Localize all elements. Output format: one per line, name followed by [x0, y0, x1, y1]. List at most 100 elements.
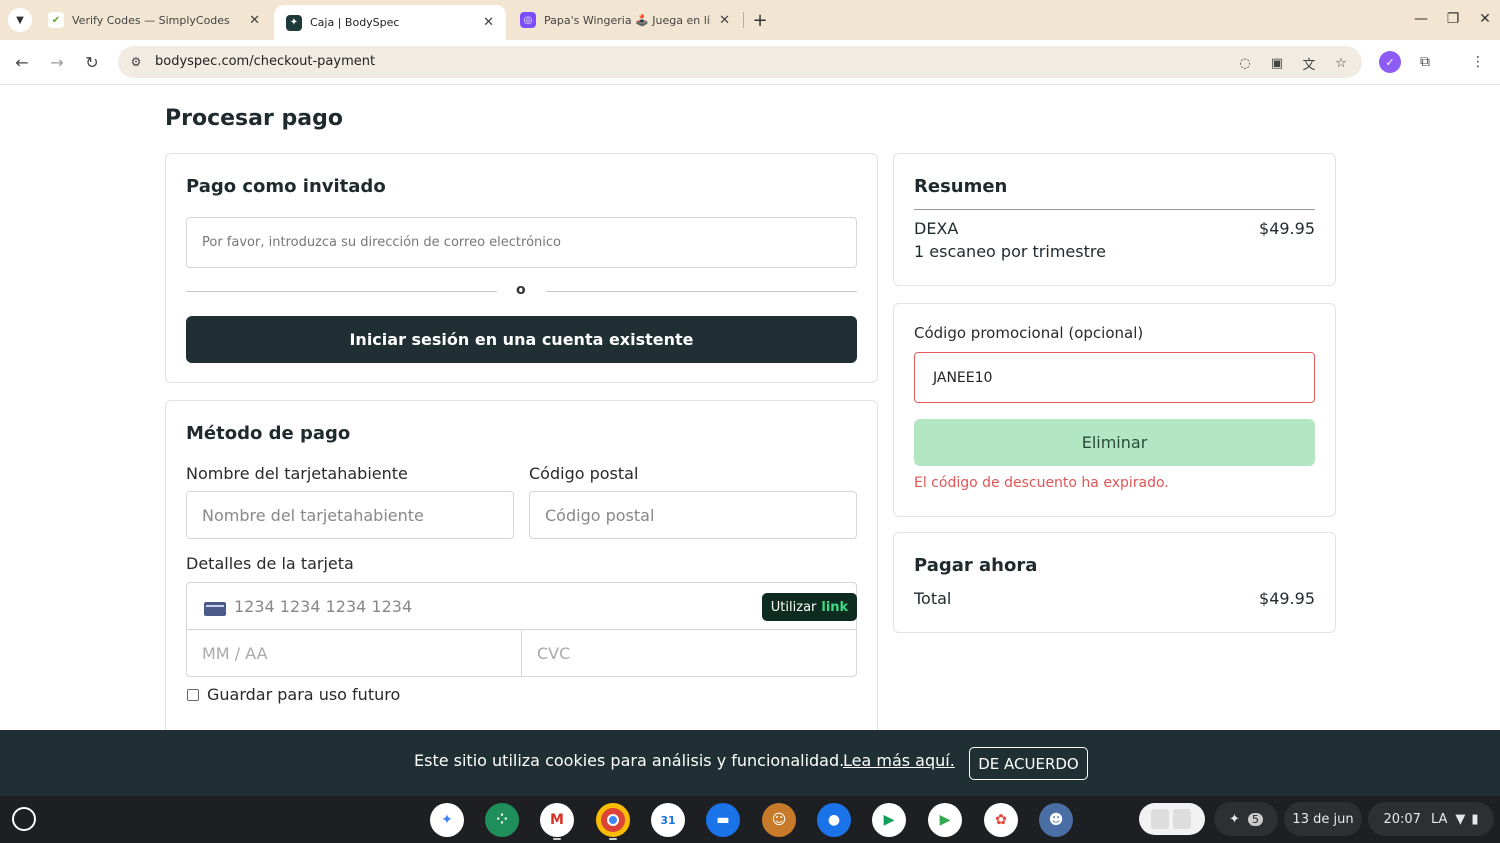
card-details-label: Detalles de la tarjeta [186, 554, 354, 573]
save-card-label[interactable]: Guardar para uso futuro [207, 685, 400, 704]
calendar-icon[interactable]: 31 [651, 803, 685, 837]
game-icon: ◎ [520, 12, 536, 28]
minimize-button[interactable]: — [1410, 8, 1432, 30]
notification-count: 5 [1247, 812, 1263, 826]
credit-card-icon [204, 602, 226, 616]
cvc-placeholder: CVC [537, 643, 571, 663]
total-label: Total [914, 589, 952, 608]
email-input[interactable]: Por favor, introduzca su dirección de co… [186, 217, 857, 268]
card-number-placeholder: 1234 1234 1234 1234 [234, 596, 413, 616]
back-button[interactable]: ← [10, 50, 34, 74]
page-title: Procesar pago [165, 106, 343, 131]
summary-card: Resumen DEXA 1 escaneo por trimestre $49… [893, 153, 1336, 286]
tab-verify-codes[interactable]: ✔ Verify Codes — SimplyCodes ✕ [36, 4, 272, 36]
files-icon[interactable]: ▬ [706, 803, 740, 837]
gmail-icon[interactable]: M [540, 803, 574, 837]
launcher-icon[interactable] [12, 807, 36, 831]
close-icon[interactable]: ✕ [249, 13, 260, 28]
promo-code-input[interactable]: JANEE10 [914, 352, 1315, 403]
item-price: $49.95 [1259, 219, 1315, 238]
tab-title: Verify Codes — SimplyCodes [72, 13, 230, 27]
remove-promo-button[interactable]: Eliminar [914, 419, 1315, 466]
cookie-banner: Este sitio utiliza cookies para análisis… [0, 730, 1500, 796]
tab-papas-wingeria[interactable]: ◎ Papa's Wingeria 🕹️ Juega en línea ✕ [508, 4, 742, 36]
plus-icon: + [752, 9, 768, 31]
reload-button[interactable]: ↻ [80, 50, 104, 74]
star-icon[interactable]: ☆ [1331, 53, 1351, 73]
photos-icon[interactable]: ✿ [984, 803, 1018, 837]
promo-error: El código de descuento ha expirado. [914, 475, 1169, 491]
login-button[interactable]: Iniciar sesión en una cuenta existente [186, 316, 857, 363]
install-app-icon[interactable]: ▣ [1267, 53, 1287, 73]
tab-bodyspec[interactable]: ✦ Caja | BodySpec ✕ [274, 5, 506, 40]
pay-now-card: Pagar ahora Total $49.95 [893, 532, 1336, 633]
meet-icon[interactable]: ▶ [872, 803, 906, 837]
payment-title: Método de pago [186, 423, 351, 444]
tab-search-button[interactable]: ▼ [8, 8, 32, 32]
running-indicator [609, 838, 617, 840]
close-window-button[interactable]: ✕ [1474, 8, 1496, 30]
divider-or: o [516, 282, 526, 298]
item-name: DEXA [914, 219, 959, 238]
extension-icon[interactable]: ✓ [1379, 51, 1401, 73]
arrow-left-icon: ← [15, 52, 29, 72]
pay-now-title: Pagar ahora [914, 555, 1038, 576]
cvc-input[interactable]: CVC [521, 629, 857, 677]
new-tab-button[interactable]: + [749, 8, 771, 32]
tab-separator [743, 12, 744, 28]
guest-checkout-card: Pago como invitado Por favor, introduzca… [165, 153, 878, 383]
holding-thumb [1151, 809, 1169, 829]
date-tray[interactable]: 13 de jun [1284, 802, 1362, 836]
promo-code-value: JANEE10 [933, 369, 993, 386]
save-card-checkbox[interactable] [187, 689, 199, 701]
close-icon: ✕ [1479, 11, 1491, 27]
cardholder-input[interactable]: Nombre del tarjetahabiente [186, 491, 514, 539]
play-store-icon[interactable]: ▶ [928, 803, 962, 837]
restore-button[interactable]: ❐ [1442, 8, 1464, 30]
postal-placeholder: Código postal [545, 505, 655, 525]
arrow-right-icon: → [50, 52, 64, 72]
bodyspec-icon: ✦ [286, 14, 302, 31]
tab-strip: ▼ ✔ Verify Codes — SimplyCodes ✕ ✦ Caja … [0, 0, 1500, 40]
guest-title: Pago como invitado [186, 176, 386, 197]
holding-space[interactable] [1139, 803, 1205, 835]
chevron-down-icon: ▼ [16, 14, 24, 26]
simplycodes-icon: ✔ [48, 12, 64, 28]
link-pay-button[interactable]: Utilizar link [762, 593, 857, 621]
chrome-icon[interactable] [596, 803, 630, 837]
locale: LA [1430, 811, 1448, 827]
cookie-more-link[interactable]: Lea más aquí. [843, 751, 955, 770]
screen: ▼ ✔ Verify Codes — SimplyCodes ✕ ✦ Caja … [0, 0, 1500, 843]
battery-icon: ▮ [1471, 811, 1479, 827]
eye-off-icon[interactable]: ◌ [1235, 53, 1255, 73]
postal-input[interactable]: Código postal [529, 491, 857, 539]
game-app-icon[interactable]: ☺ [762, 803, 796, 837]
notification-icon: ✦ [1229, 811, 1240, 827]
reload-icon: ↻ [85, 52, 99, 72]
running-indicator [553, 838, 561, 840]
url-text[interactable]: bodyspec.com/checkout-payment [155, 54, 375, 69]
expiry-placeholder: MM / AA [202, 643, 268, 663]
forward-button[interactable]: → [45, 50, 69, 74]
status-tray[interactable]: 20:07 LA ▼ ▮ [1368, 802, 1494, 836]
site-info-icon[interactable]: ⚙ [128, 54, 144, 70]
payment-method-card: Método de pago Nombre del tarjetahabient… [165, 400, 878, 730]
gemini-icon[interactable]: ✦ [430, 803, 464, 837]
expiry-input[interactable]: MM / AA [186, 629, 522, 677]
menu-icon[interactable]: ⋮ [1467, 51, 1489, 73]
puzzle-icon[interactable]: ⧉ [1414, 51, 1436, 73]
notification-tray[interactable]: ✦ 5 [1214, 802, 1278, 836]
cookie-accept-button[interactable]: DE ACUERDO [969, 747, 1088, 780]
address-bar[interactable]: ⚙ bodyspec.com/checkout-payment ◌ ▣ 文 ☆ [118, 46, 1362, 78]
card-number-input[interactable]: 1234 1234 1234 1234 Utilizar link [186, 582, 857, 630]
messages-icon[interactable]: ● [817, 803, 851, 837]
divider-right [546, 291, 857, 292]
minimize-icon: — [1414, 11, 1428, 27]
avatar-app-icon[interactable]: ☻ [1039, 803, 1073, 837]
close-icon[interactable]: ✕ [483, 15, 494, 30]
cookie-text: Este sitio utiliza cookies para análisis… [414, 751, 845, 770]
cardholder-placeholder: Nombre del tarjetahabiente [202, 505, 424, 525]
app-grid-icon[interactable]: ⁘ [485, 803, 519, 837]
translate-icon[interactable]: 文 [1299, 53, 1319, 73]
close-icon[interactable]: ✕ [719, 13, 730, 28]
